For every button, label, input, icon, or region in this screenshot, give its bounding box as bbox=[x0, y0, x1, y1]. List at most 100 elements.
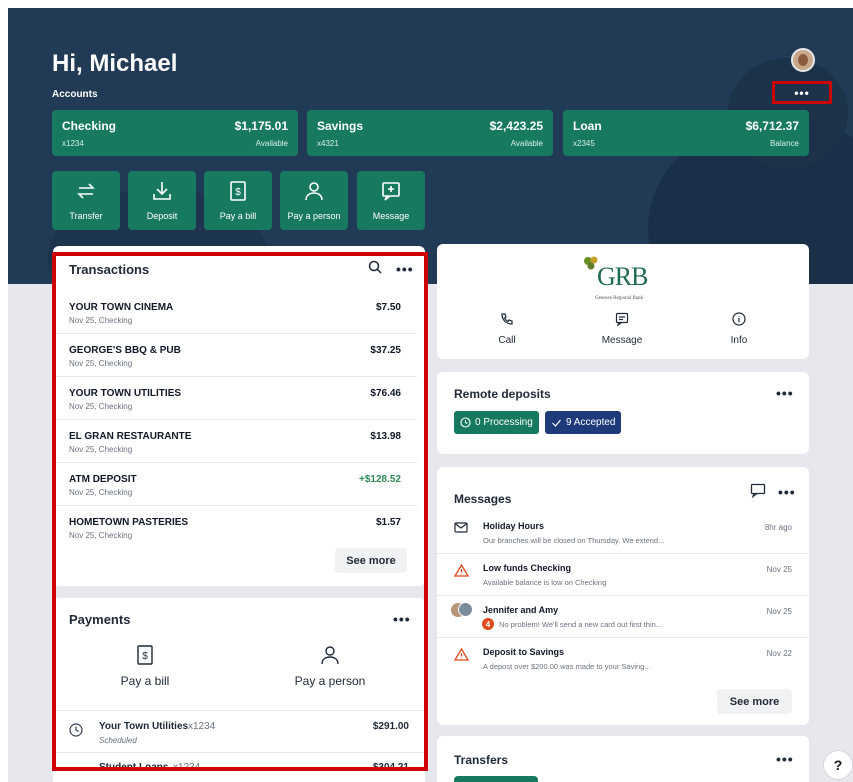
transaction-row[interactable]: YOUR TOWN CINEMA Nov 25, Checking $7.50 bbox=[53, 291, 417, 334]
transaction-date: Nov 25, Checking bbox=[69, 316, 133, 325]
pay-bill-button[interactable]: $ Pay a bill bbox=[204, 171, 272, 230]
transactions-see-more-button[interactable]: See more bbox=[335, 548, 407, 573]
payments-card: Payments ••• $ Pay a bill Pay a person Y… bbox=[53, 598, 425, 782]
transactions-more-button[interactable]: ••• bbox=[396, 262, 414, 276]
deposit-label: Deposit bbox=[146, 211, 178, 221]
transaction-amount: $37.25 bbox=[370, 345, 401, 356]
message-title: Holiday Hours bbox=[483, 521, 545, 531]
envelope-icon bbox=[454, 522, 468, 533]
transaction-date: Nov 25, Checking bbox=[69, 359, 133, 368]
account-amount-label: Balance bbox=[770, 139, 799, 148]
messages-title: Messages bbox=[454, 492, 512, 506]
avatar[interactable] bbox=[791, 48, 815, 72]
account-amount-label: Available bbox=[510, 139, 543, 148]
account-number: x2345 bbox=[573, 139, 595, 148]
messages-card: Messages ••• Holiday Hours Our branches … bbox=[437, 467, 809, 725]
pay-bill-label: Pay a bill bbox=[120, 674, 170, 688]
person-icon bbox=[321, 646, 339, 665]
info-button[interactable]: Info bbox=[709, 312, 769, 352]
search-icon[interactable] bbox=[368, 260, 382, 274]
account-name: Savings bbox=[317, 119, 364, 133]
warning-icon bbox=[454, 648, 469, 661]
processing-label: 0 Processing bbox=[475, 417, 533, 428]
bank-message-button[interactable]: Message bbox=[592, 312, 652, 352]
messages-see-more-button[interactable]: See more bbox=[717, 689, 792, 714]
next-payment-row[interactable]: Student Loans x1234 $304.21 bbox=[53, 753, 425, 782]
chat-icon[interactable] bbox=[750, 483, 766, 498]
pay-bill-label: Pay a bill bbox=[219, 211, 257, 221]
transfers-more-button[interactable]: ••• bbox=[776, 752, 794, 766]
messages-more-button[interactable]: ••• bbox=[778, 485, 796, 499]
account-number: x4321 bbox=[317, 139, 339, 148]
transaction-row[interactable]: ATM DEPOSIT Nov 25, Checking +$128.52 bbox=[53, 463, 417, 506]
transfers-card: Transfers ••• bbox=[437, 736, 809, 782]
transaction-row[interactable]: YOUR TOWN UTILITIES Nov 25, Checking $76… bbox=[53, 377, 417, 420]
payment-name: Student Loans bbox=[99, 762, 169, 773]
call-button[interactable]: Call bbox=[477, 312, 537, 352]
message-label: Message bbox=[601, 335, 643, 346]
bank-logo: GRB Genesee Regional Bank bbox=[583, 254, 683, 306]
message-title: Low funds Checking bbox=[483, 563, 572, 573]
payment-amount: $304.21 bbox=[372, 762, 409, 773]
transaction-name: HOMETOWN PASTERIES bbox=[69, 517, 189, 528]
remote-deposits-title: Remote deposits bbox=[454, 387, 551, 401]
pay-bill-link[interactable]: $ Pay a bill bbox=[93, 644, 197, 694]
message-row[interactable]: 4 Jennifer and Amy No problem! We'll sen… bbox=[437, 596, 808, 638]
logo-text: GRB bbox=[597, 262, 648, 291]
svg-text:$: $ bbox=[235, 187, 241, 198]
transaction-name: YOUR TOWN UTILITIES bbox=[69, 388, 182, 399]
accepted-filter[interactable]: 9 Accepted bbox=[545, 411, 622, 434]
unread-badge: 4 bbox=[482, 618, 494, 630]
account-name: Checking bbox=[62, 119, 117, 133]
transaction-row[interactable]: HOMETOWN PASTERIES Nov 25, Checking $1.5… bbox=[53, 506, 417, 549]
message-title: Deposit to Savings bbox=[483, 647, 565, 657]
deposit-button[interactable]: Deposit bbox=[128, 171, 196, 230]
message-label: Message bbox=[372, 211, 410, 221]
help-button[interactable]: ? bbox=[823, 750, 853, 780]
transaction-amount: +$128.52 bbox=[359, 474, 401, 485]
account-amount: $6,712.37 bbox=[745, 119, 799, 133]
message-preview: Our branches will be closed on Thursday.… bbox=[483, 536, 665, 545]
pay-person-label: Pay a person bbox=[294, 674, 366, 688]
chat-avatars-icon bbox=[451, 602, 475, 620]
pay-person-link[interactable]: Pay a person bbox=[275, 644, 385, 694]
greeting-title: Hi, Michael bbox=[52, 50, 178, 77]
message-row[interactable]: Holiday Hours Our branches will be close… bbox=[437, 512, 808, 554]
message-button[interactable]: Message bbox=[357, 171, 425, 230]
remote-deposits-more-button[interactable]: ••• bbox=[776, 386, 794, 400]
account-card-loan[interactable]: Loan x2345 $6,712.37 Balance bbox=[563, 110, 809, 156]
scheduled-payment-row[interactable]: Your Town Utilities x1234 Scheduled $291… bbox=[53, 711, 425, 751]
clock-icon bbox=[460, 417, 471, 428]
pay-person-button[interactable]: Pay a person bbox=[280, 171, 348, 230]
payments-title: Payments bbox=[69, 612, 131, 627]
message-time: 8hr ago bbox=[764, 523, 792, 532]
message-row[interactable]: Low funds Checking Available balance is … bbox=[437, 554, 808, 596]
account-amount: $1,175.01 bbox=[234, 119, 288, 133]
account-card-checking[interactable]: Checking x1234 $1,175.01 Available bbox=[52, 110, 298, 156]
transaction-row[interactable]: EL GRAN RESTAURANTE Nov 25, Checking $13… bbox=[53, 420, 417, 463]
transaction-date: Nov 25, Checking bbox=[69, 402, 133, 411]
transfer-action-button[interactable] bbox=[454, 776, 538, 782]
transactions-title: Transactions bbox=[69, 262, 150, 277]
header-more-button[interactable]: ••• bbox=[772, 81, 832, 104]
transfer-button[interactable]: Transfer bbox=[52, 171, 120, 230]
transactions-card: Transactions ••• YOUR TOWN CINEMA Nov 25… bbox=[53, 246, 425, 586]
app-page: Hi, Michael Accounts ••• Checking x1234 … bbox=[8, 8, 853, 782]
payment-status: Scheduled bbox=[99, 736, 137, 745]
transaction-row[interactable]: GEORGE'S BBQ & PUB Nov 25, Checking $37.… bbox=[53, 334, 417, 377]
check-icon bbox=[552, 419, 561, 427]
processing-filter[interactable]: 0 Processing bbox=[454, 411, 539, 434]
transaction-date: Nov 25, Checking bbox=[69, 445, 133, 454]
message-row[interactable]: Deposit to Savings A depost over $200.00… bbox=[437, 638, 808, 680]
info-label: Info bbox=[730, 335, 748, 346]
payments-more-button[interactable]: ••• bbox=[393, 612, 411, 626]
message-preview: No problem! We'll send a new card out fi… bbox=[499, 620, 663, 629]
message-preview: A depost over $200.00 was made to your S… bbox=[483, 662, 651, 671]
transaction-amount: $76.46 bbox=[370, 388, 401, 399]
deposit-icon bbox=[153, 182, 171, 200]
bill-icon: $ bbox=[230, 181, 246, 201]
account-amount-label: Available bbox=[255, 139, 288, 148]
account-amount: $2,423.25 bbox=[489, 119, 543, 133]
account-card-savings[interactable]: Savings x4321 $2,423.25 Available bbox=[307, 110, 553, 156]
account-number: x1234 bbox=[62, 139, 84, 148]
